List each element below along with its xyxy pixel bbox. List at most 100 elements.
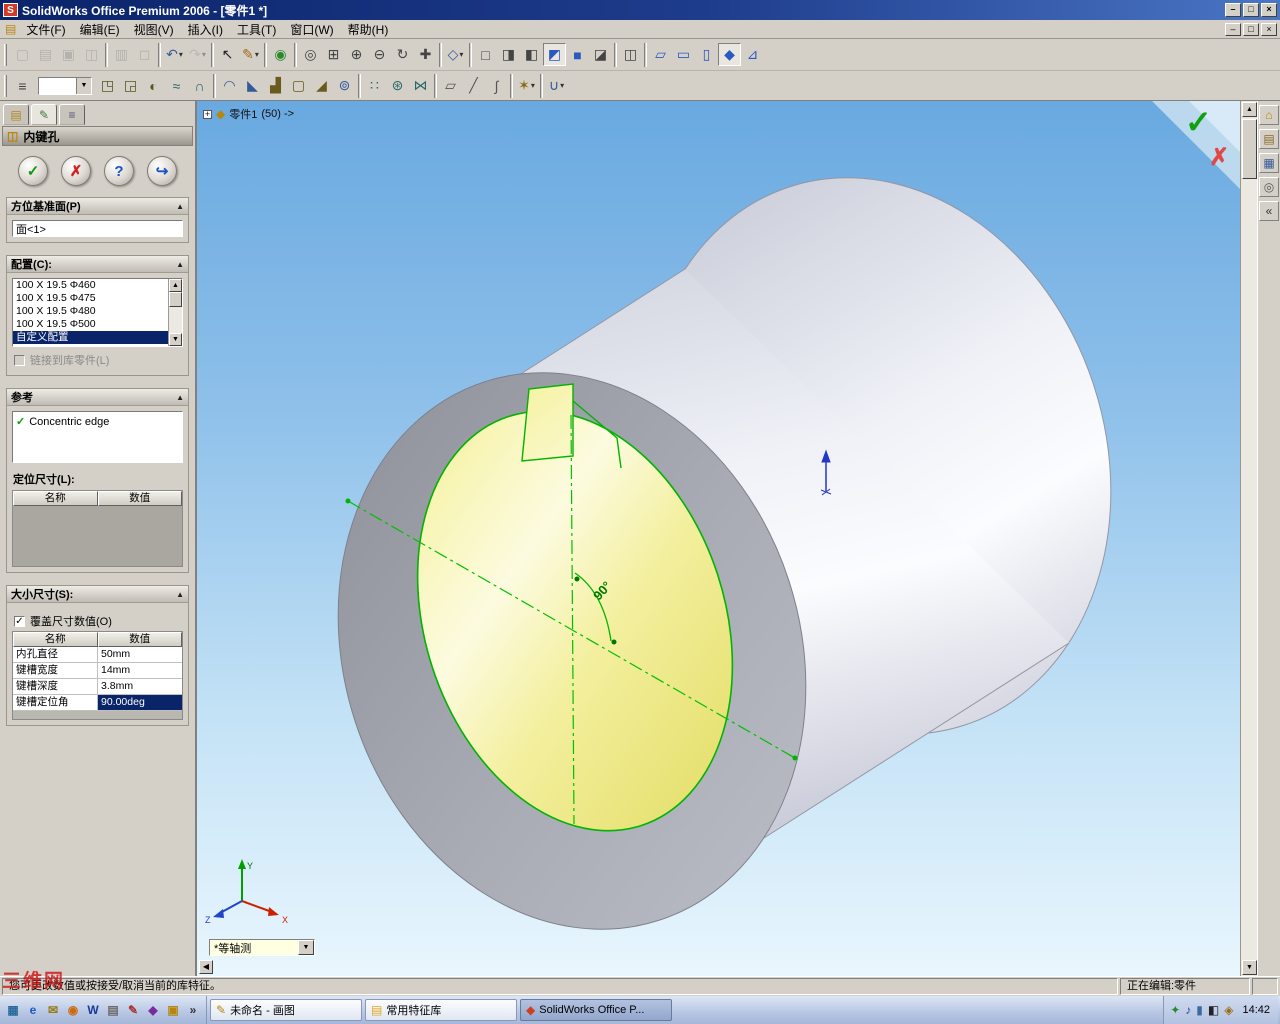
rotate-view-icon[interactable]: ↻ <box>391 43 414 66</box>
tree-expand-icon[interactable]: + <box>203 109 212 119</box>
link-to-library-checkbox[interactable] <box>14 354 25 366</box>
scroll-up-icon[interactable]: ▲ <box>1242 102 1257 117</box>
sketch-icon[interactable]: ✎ <box>239 43 262 66</box>
collapse-arrow-icon[interactable]: ▲ <box>176 590 184 599</box>
taskbar-button-solidworks[interactable]: ◆ SolidWorks Office P... <box>520 999 672 1021</box>
shadows-icon[interactable]: ◪ <box>589 43 612 66</box>
draft-icon[interactable]: ◢ <box>310 74 333 97</box>
section-view-icon[interactable]: ◫ <box>619 43 642 66</box>
undo-icon[interactable]: ↶ <box>163 43 186 66</box>
configuration-manager-tab[interactable]: ≡ <box>59 104 85 125</box>
show-desktop-icon[interactable]: ▦ <box>4 1001 22 1019</box>
design-library-icon[interactable]: ▤ <box>1259 129 1279 149</box>
confirm-cancel-icon[interactable]: ✗ <box>1209 144 1229 171</box>
ok-button[interactable]: ✓ <box>18 156 48 186</box>
hole-wizard-icon[interactable]: ⊚ <box>333 74 356 97</box>
open-icon[interactable]: ▤ <box>34 43 57 66</box>
extruded-cut-icon[interactable]: ◲ <box>119 74 142 97</box>
antivirus-tray-icon[interactable]: ✦ <box>1170 1003 1180 1017</box>
orientation-plane-input[interactable] <box>12 220 183 237</box>
left-view-icon[interactable]: ▯ <box>695 43 718 66</box>
graphics-area[interactable]: 90° Y X Z ✓ ✗ + ◆ 零件1 (50) -> *等轴测 ▼ ◀ <box>197 101 1240 976</box>
collapse-panel-icon[interactable]: « <box>1259 201 1279 221</box>
vertical-scrollbar[interactable]: ▲ ▼ <box>1240 101 1257 976</box>
top-view-icon[interactable]: ▭ <box>672 43 695 66</box>
reference-axis-icon[interactable]: ╱ <box>462 74 485 97</box>
collapse-arrow-icon[interactable]: ▲ <box>176 260 184 269</box>
zoom-in-out-icon[interactable]: ⊕ <box>345 43 368 66</box>
chevron-down-icon[interactable]: ▼ <box>298 940 314 955</box>
menu-item[interactable]: 文件(F) <box>19 20 72 39</box>
folder-icon[interactable]: ▣ <box>164 1001 182 1019</box>
solidworks-resources-icon[interactable]: ⌂ <box>1259 105 1279 125</box>
menu-item[interactable]: 工具(T) <box>230 20 283 39</box>
shaded-icon[interactable]: ■ <box>566 43 589 66</box>
scroll-track[interactable] <box>169 307 182 333</box>
outlook-icon[interactable]: ✉ <box>44 1001 62 1019</box>
menu-item[interactable]: 帮助(H) <box>341 20 396 39</box>
taskbar-button-paint[interactable]: ✎ 未命名 - 画图 <box>210 999 362 1021</box>
layers-icon[interactable]: ≡ <box>11 74 34 97</box>
notepad-icon[interactable]: ▤ <box>104 1001 122 1019</box>
taskbar-clock[interactable]: 14:42 <box>1238 1004 1270 1016</box>
paint-icon[interactable]: ✎ <box>124 1001 142 1019</box>
curve-icon[interactable]: ∫ <box>485 74 508 97</box>
revolved-boss-icon[interactable]: ◐ <box>142 74 165 97</box>
minimize-button[interactable]: – <box>1225 3 1241 17</box>
messenger-icon[interactable]: ◆ <box>144 1001 162 1019</box>
isometric-view-icon[interactable]: ◆ <box>718 43 741 66</box>
lofted-boss-icon[interactable]: ∩ <box>188 74 211 97</box>
override-values-checkbox[interactable] <box>14 615 25 627</box>
rib-icon[interactable]: ▟ <box>264 74 287 97</box>
dimension-value-input[interactable]: 14mm <box>98 663 182 679</box>
block-dropdown-icon[interactable]: ∪ <box>545 74 568 97</box>
rebuild-icon[interactable]: ◉ <box>269 43 292 66</box>
scroll-down-icon[interactable]: ▼ <box>169 333 182 346</box>
zoom-fit-icon[interactable]: ◎ <box>299 43 322 66</box>
collapse-arrow-icon[interactable]: ▲ <box>176 393 184 402</box>
redo-icon[interactable]: ↷ <box>186 43 209 66</box>
model-view[interactable]: 90° Y X Z ✓ ✗ <box>197 101 1240 976</box>
scroll-thumb[interactable] <box>1242 119 1257 179</box>
scroll-thumb[interactable] <box>169 292 182 307</box>
zoom-area-icon[interactable]: ⊞ <box>322 43 345 66</box>
word-icon[interactable]: W <box>84 1001 102 1019</box>
dimension-value-input[interactable]: 90.00deg <box>98 695 182 711</box>
file-explorer-icon[interactable]: ▦ <box>1259 153 1279 173</box>
menu-item[interactable]: 视图(V) <box>127 20 181 39</box>
print-preview-icon[interactable]: ◻ <box>133 43 156 66</box>
configuration-option[interactable]: 100 X 19.5 Φ500 <box>13 318 168 331</box>
child-close-button[interactable]: × <box>1261 22 1277 36</box>
scroll-up-icon[interactable]: ▲ <box>169 279 182 292</box>
feature-manager-tab[interactable]: ▤ <box>3 104 29 125</box>
make-drawing-icon[interactable]: ◫ <box>80 43 103 66</box>
dimension-value-input[interactable]: 3.8mm <box>98 679 182 695</box>
detail-preview-button[interactable]: ↪ <box>147 156 177 186</box>
volume-tray-icon[interactable]: ♪ <box>1185 1003 1191 1017</box>
standard-views-icon[interactable]: ◇ <box>444 43 467 66</box>
configuration-option[interactable]: 100 X 19.5 Φ475 <box>13 292 168 305</box>
fillet-icon[interactable]: ◠ <box>218 74 241 97</box>
property-manager-tab[interactable]: ✎ <box>31 104 57 125</box>
part-model[interactable] <box>268 116 1182 976</box>
search-icon[interactable]: ◎ <box>1259 177 1279 197</box>
hidden-lines-visible-icon[interactable]: ◨ <box>497 43 520 66</box>
media-player-icon[interactable]: ◉ <box>64 1001 82 1019</box>
part-name[interactable]: 零件1 <box>229 106 257 122</box>
shaded-with-edges-icon[interactable]: ◩ <box>543 43 566 66</box>
normal-to-icon[interactable]: ⊿ <box>741 43 764 66</box>
reference-selection-box[interactable]: ✓ Concentric edge <box>12 411 183 463</box>
chevron-down-icon[interactable]: ▼ <box>76 77 91 94</box>
collapse-arrow-icon[interactable]: ▲ <box>176 202 184 211</box>
scroll-left-icon[interactable]: ◀ <box>199 960 213 974</box>
scroll-down-icon[interactable]: ▼ <box>1242 960 1257 975</box>
extruded-boss-icon[interactable]: ◳ <box>96 74 119 97</box>
print-icon[interactable]: ▥ <box>110 43 133 66</box>
swept-boss-icon[interactable]: ≈ <box>165 74 188 97</box>
update-tray-icon[interactable]: ◈ <box>1224 1003 1233 1017</box>
network-tray-icon[interactable]: ▮ <box>1196 1003 1203 1017</box>
configuration-option[interactable]: 100 X 19.5 Φ480 <box>13 305 168 318</box>
help-button[interactable]: ? <box>104 156 134 186</box>
taskbar-button-library[interactable]: ▤ 常用特征库 <box>365 999 517 1021</box>
save-icon[interactable]: ▣ <box>57 43 80 66</box>
